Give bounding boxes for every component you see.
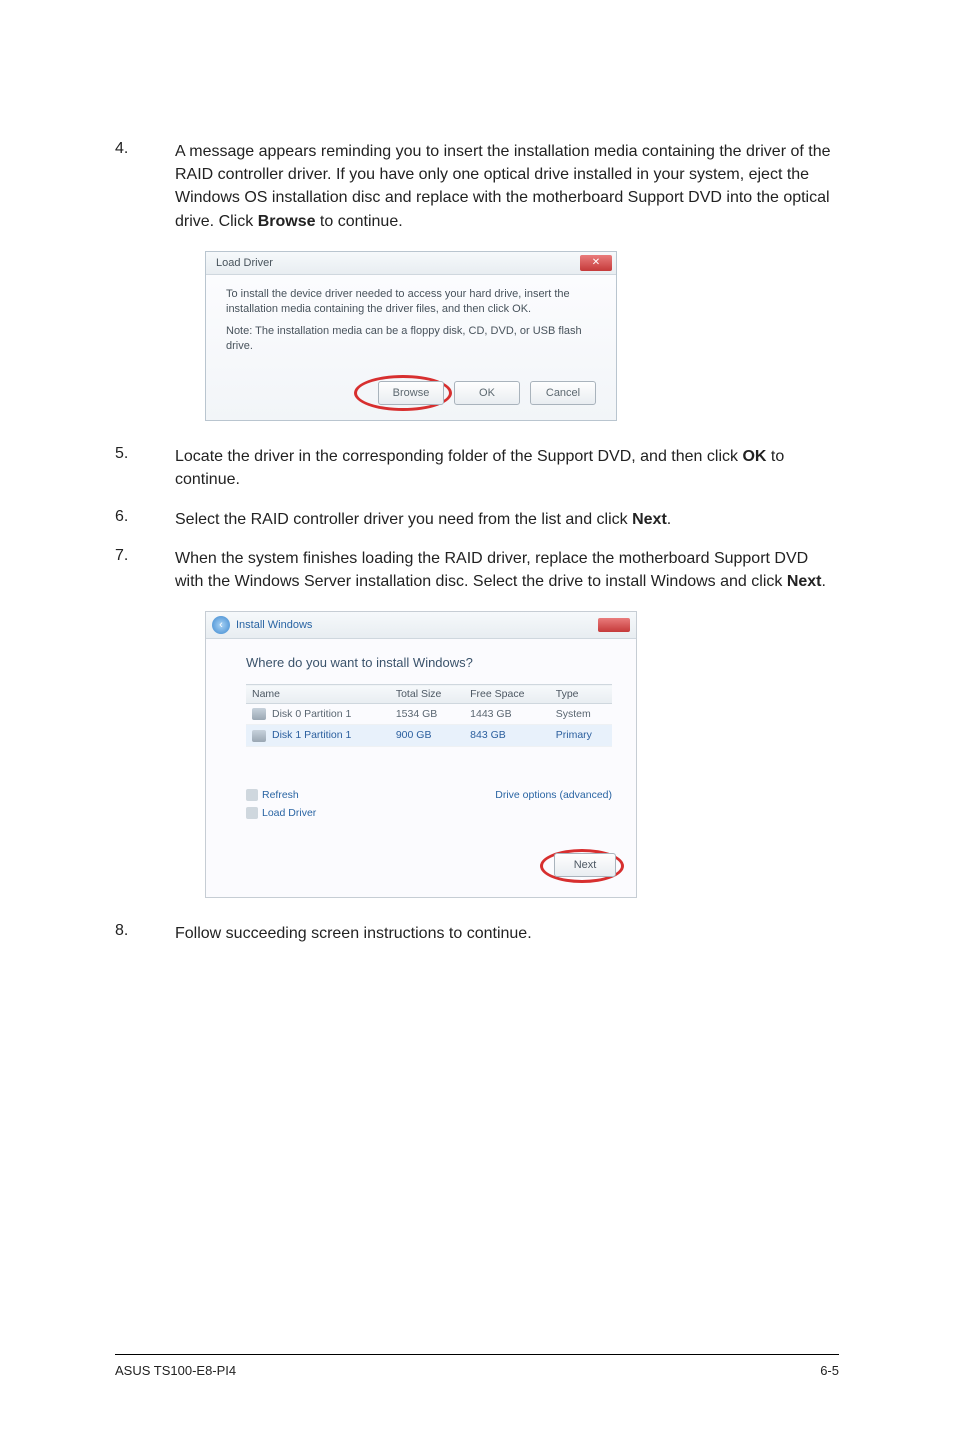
load-driver-icon [246,807,258,819]
disk-name: Disk 1 Partition 1 [272,729,351,741]
step-8: 8. Follow succeeding screen instructions… [115,922,839,945]
step5-text-a: Locate the driver in the corresponding f… [175,448,742,465]
link-group-left: Refresh Load Driver [246,789,316,819]
disk-icon [252,708,266,720]
col-free[interactable]: Free Space [464,685,550,704]
disk-total: 1534 GB [390,704,464,725]
drive-options-link[interactable]: Drive options (advanced) [495,789,612,801]
disk-type: Primary [550,725,612,746]
link-row: Refresh Load Driver Drive options (advan… [246,789,612,819]
disk-name: Disk 0 Partition 1 [272,708,351,720]
step-text: Locate the driver in the corresponding f… [175,445,839,491]
col-type[interactable]: Type [550,685,612,704]
screenshot-install-windows: ‹ Install Windows Where do you want to i… [205,611,839,898]
step-text: Select the RAID controller driver you ne… [175,508,839,531]
step-6: 6. Select the RAID controller driver you… [115,508,839,531]
footer-page-number: 6-5 [820,1363,839,1378]
table-header-row: Name Total Size Free Space Type [246,685,612,704]
browse-button[interactable]: Browse [378,381,444,405]
manual-page: 4. A message appears reminding you to in… [0,0,954,1438]
step-number: 6. [115,508,175,531]
refresh-icon [246,789,258,801]
step-4: 4. A message appears reminding you to in… [115,140,839,233]
cancel-button[interactable]: Cancel [530,381,596,405]
next-button[interactable]: Next [554,853,616,877]
table-row[interactable]: Disk 0 Partition 1 1534 GB 1443 GB Syste… [246,704,612,725]
step7-text-a: When the system finishes loading the RAI… [175,550,808,590]
table-row[interactable]: Disk 1 Partition 1 900 GB 843 GB Primary [246,725,612,746]
disk-total: 900 GB [390,725,464,746]
disk-icon [252,730,266,742]
disk-table: Name Total Size Free Space Type Disk 0 P… [246,684,612,746]
back-icon[interactable]: ‹ [212,616,230,634]
page-footer: ASUS TS100-E8-PI4 6-5 [115,1354,839,1378]
disk-free: 843 GB [464,725,550,746]
link-group-right: Drive options (advanced) [495,789,612,819]
step4-text-b: to continue. [315,213,402,230]
step-text: A message appears reminding you to inser… [175,140,839,233]
ok-button[interactable]: OK [454,381,520,405]
window-title: Install Windows [236,619,312,631]
footer-buttons: Next [206,837,636,897]
step-number: 5. [115,445,175,491]
install-windows-window: ‹ Install Windows Where do you want to i… [205,611,637,898]
step6-bold: Next [632,511,667,528]
window-body: To install the device driver needed to a… [206,275,616,420]
title-bar: Load Driver ✕ [206,252,616,275]
step5-bold: OK [742,448,766,465]
step7-text-b: . [822,573,826,590]
load-driver-window: Load Driver ✕ To install the device driv… [205,251,617,421]
step6-text-b: . [667,511,671,528]
screenshot-load-driver: Load Driver ✕ To install the device driv… [205,251,839,421]
close-icon[interactable] [598,618,630,632]
step-text: When the system finishes loading the RAI… [175,547,839,593]
step-number: 4. [115,140,175,233]
col-name[interactable]: Name [246,685,390,704]
disk-type: System [550,704,612,725]
step4-bold: Browse [258,213,316,230]
step-number: 8. [115,922,175,945]
message-text: To install the device driver needed to a… [226,287,596,317]
window-title: Load Driver [216,257,273,269]
step6-text-a: Select the RAID controller driver you ne… [175,511,632,528]
close-icon[interactable]: ✕ [580,255,612,271]
disk-free: 1443 GB [464,704,550,725]
load-driver-link[interactable]: Load Driver [262,807,316,819]
dialog-heading: Where do you want to install Windows? [246,655,612,670]
step-7: 7. When the system finishes loading the … [115,547,839,593]
window-body: Where do you want to install Windows? Na… [206,639,636,837]
step7-bold: Next [787,573,822,590]
step-text: Follow succeeding screen instructions to… [175,922,839,945]
step-number: 7. [115,547,175,593]
button-row: Browse OK Cancel [226,380,596,406]
refresh-link[interactable]: Refresh [262,789,299,801]
footer-product: ASUS TS100-E8-PI4 [115,1363,236,1378]
step-5: 5. Locate the driver in the correspondin… [115,445,839,491]
note-text: Note: The installation media can be a fl… [226,324,596,354]
col-total[interactable]: Total Size [390,685,464,704]
title-bar: ‹ Install Windows [206,612,636,639]
